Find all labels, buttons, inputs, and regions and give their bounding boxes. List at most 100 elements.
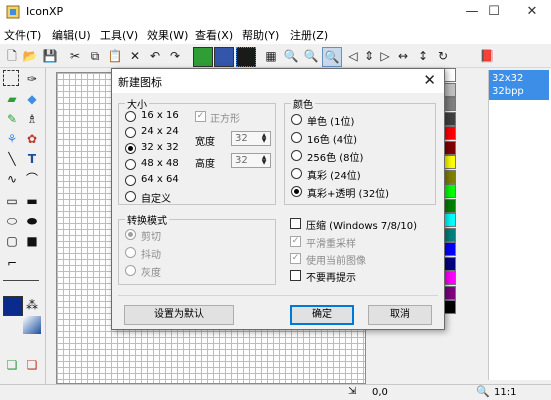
- grayscale-label: 灰度: [141, 268, 161, 279]
- truecolor-alpha-radio[interactable]: [291, 186, 302, 197]
- no-prompt-checkbox[interactable]: [290, 270, 301, 281]
- menu-view[interactable]: 查看(X): [195, 27, 233, 43]
- move-right-icon[interactable]: ▷: [376, 47, 394, 65]
- zoom-out-icon[interactable]: 🔍: [302, 47, 320, 65]
- filled-rounded-rect-icon[interactable]: ■: [23, 232, 41, 250]
- size-32-radio[interactable]: [125, 143, 136, 154]
- pencil-icon[interactable]: ✎: [3, 110, 21, 128]
- format-item-selected[interactable]: 32x32 32bpp: [489, 70, 549, 100]
- redo-icon[interactable]: ↷: [166, 47, 184, 65]
- image-tool-icon[interactable]: [214, 47, 234, 67]
- spray-icon[interactable]: ⚘: [3, 130, 21, 148]
- ellipse-icon[interactable]: ⬭: [3, 212, 21, 230]
- grayscale-radio[interactable]: [125, 265, 136, 276]
- square-checkbox[interactable]: ✓: [195, 111, 206, 122]
- size-16-label: 16 x 16: [141, 110, 179, 121]
- size-64-radio[interactable]: [125, 175, 136, 186]
- gradient-icon[interactable]: [23, 316, 41, 334]
- compress-label: 压缩 (Windows 7/8/10): [306, 221, 417, 232]
- width-label: 宽度: [195, 137, 215, 148]
- rectangle-icon[interactable]: ▭: [3, 192, 21, 210]
- arc-icon[interactable]: ⌒: [23, 170, 41, 188]
- image-stack-icon[interactable]: ❏: [3, 356, 21, 374]
- size-24-radio[interactable]: [125, 127, 136, 138]
- ok-button[interactable]: 确定: [290, 305, 354, 325]
- new-file-icon[interactable]: 🗋: [3, 47, 21, 65]
- select-all-icon[interactable]: [193, 47, 213, 67]
- copy-icon[interactable]: ⧉: [86, 47, 104, 65]
- square-label: 正方形: [210, 114, 240, 125]
- app-icon: [6, 5, 20, 19]
- marquee-icon[interactable]: [236, 47, 256, 67]
- delete-icon[interactable]: ✕: [126, 47, 144, 65]
- smooth-checkbox[interactable]: ✓: [290, 236, 301, 247]
- mono-radio[interactable]: [291, 114, 302, 125]
- save-icon[interactable]: 💾: [41, 47, 59, 65]
- grid-icon[interactable]: ▦: [262, 47, 280, 65]
- eraser-icon[interactable]: ▰: [3, 90, 21, 108]
- dialog-title-bar: 新建图标 ✕: [112, 69, 444, 93]
- spinner-arrows-icon[interactable]: ▲ ▼: [259, 133, 269, 144]
- zoom-icon: 🔍: [476, 385, 490, 398]
- foreground-color-icon[interactable]: [3, 296, 23, 316]
- filled-rectangle-icon[interactable]: ▬: [23, 192, 41, 210]
- zoom-fit-icon[interactable]: 🔍: [322, 47, 342, 67]
- cursor-icon: ⇲: [348, 386, 357, 397]
- menu-help[interactable]: 帮助(Y): [242, 27, 279, 43]
- color256-label: 256色 (8位): [307, 153, 364, 164]
- select-rect-icon[interactable]: [3, 70, 19, 86]
- close-button[interactable]: ✕: [516, 0, 548, 24]
- size-48-radio[interactable]: [125, 159, 136, 170]
- brush-icon[interactable]: ♗: [23, 110, 41, 128]
- undo-icon[interactable]: ↶: [146, 47, 164, 65]
- set-default-button[interactable]: 设置为默认: [124, 305, 234, 325]
- rounded-rect-icon[interactable]: ▢: [3, 232, 21, 250]
- line-width-icon[interactable]: ⌐: [3, 254, 21, 272]
- cut-icon[interactable]: ✂: [66, 47, 84, 65]
- menu-edit[interactable]: 编辑(U): [52, 27, 91, 43]
- color-replace-icon[interactable]: ✿: [23, 130, 41, 148]
- height-spinner[interactable]: 32 ▲ ▼: [231, 153, 271, 168]
- spinner-arrows-icon[interactable]: ▲ ▼: [259, 155, 269, 166]
- dialog-close-button[interactable]: ✕: [423, 71, 436, 89]
- size-16-radio[interactable]: [125, 111, 136, 122]
- status-bar: ⇲ 0,0 🔍 11:1: [0, 384, 551, 400]
- dither-radio[interactable]: [125, 247, 136, 258]
- cursor-position: 0,0: [372, 387, 388, 398]
- crop-radio[interactable]: [125, 229, 136, 240]
- zoom-in-icon[interactable]: 🔍: [282, 47, 300, 65]
- open-folder-icon[interactable]: 📂: [21, 47, 39, 65]
- color-depth-group: 颜色 单色 (1位) 16色 (4位) 256色 (8位) 真彩 (24位) 真…: [284, 96, 436, 205]
- color16-radio[interactable]: [291, 132, 302, 143]
- text-icon[interactable]: T: [23, 150, 41, 168]
- eyedropper-icon[interactable]: ✑: [23, 70, 41, 88]
- flip-horizontal-icon[interactable]: ↔: [394, 47, 412, 65]
- paste-icon[interactable]: 📋: [106, 47, 124, 65]
- image-stack-alt-icon[interactable]: ❏: [23, 356, 41, 374]
- menu-file[interactable]: 文件(T): [4, 27, 41, 43]
- size-48-label: 48 x 48: [141, 158, 179, 169]
- line-icon[interactable]: ╲: [3, 150, 21, 168]
- cancel-button[interactable]: 取消: [368, 305, 432, 325]
- format-depth: 32bpp: [492, 86, 524, 97]
- color256-radio[interactable]: [291, 150, 302, 161]
- menu-register[interactable]: 注册(Z): [290, 27, 328, 43]
- maximize-button[interactable]: ☐: [478, 0, 510, 24]
- filled-ellipse-icon[interactable]: ⬬: [23, 212, 41, 230]
- flip-vertical-icon[interactable]: ↕: [414, 47, 432, 65]
- use-current-checkbox[interactable]: ✓: [290, 253, 301, 264]
- swap-colors-icon[interactable]: ⁂: [23, 296, 41, 314]
- size-32-label: 32 x 32: [141, 142, 179, 153]
- menu-tools[interactable]: 工具(V): [100, 27, 138, 43]
- truecolor-radio[interactable]: [291, 168, 302, 179]
- size-custom-radio[interactable]: [125, 191, 136, 202]
- dialog-title: 新建图标: [118, 76, 162, 89]
- compress-checkbox[interactable]: [290, 218, 301, 229]
- line-width-sample[interactable]: [3, 280, 39, 281]
- fill-bucket-icon[interactable]: ◆: [23, 90, 41, 108]
- help-book-icon[interactable]: 📕: [478, 47, 496, 65]
- width-spinner[interactable]: 32 ▲ ▼: [231, 131, 271, 146]
- menu-effects[interactable]: 效果(W): [147, 27, 188, 43]
- rotate-icon[interactable]: ↻: [434, 47, 452, 65]
- curve-icon[interactable]: ∿: [3, 170, 21, 188]
